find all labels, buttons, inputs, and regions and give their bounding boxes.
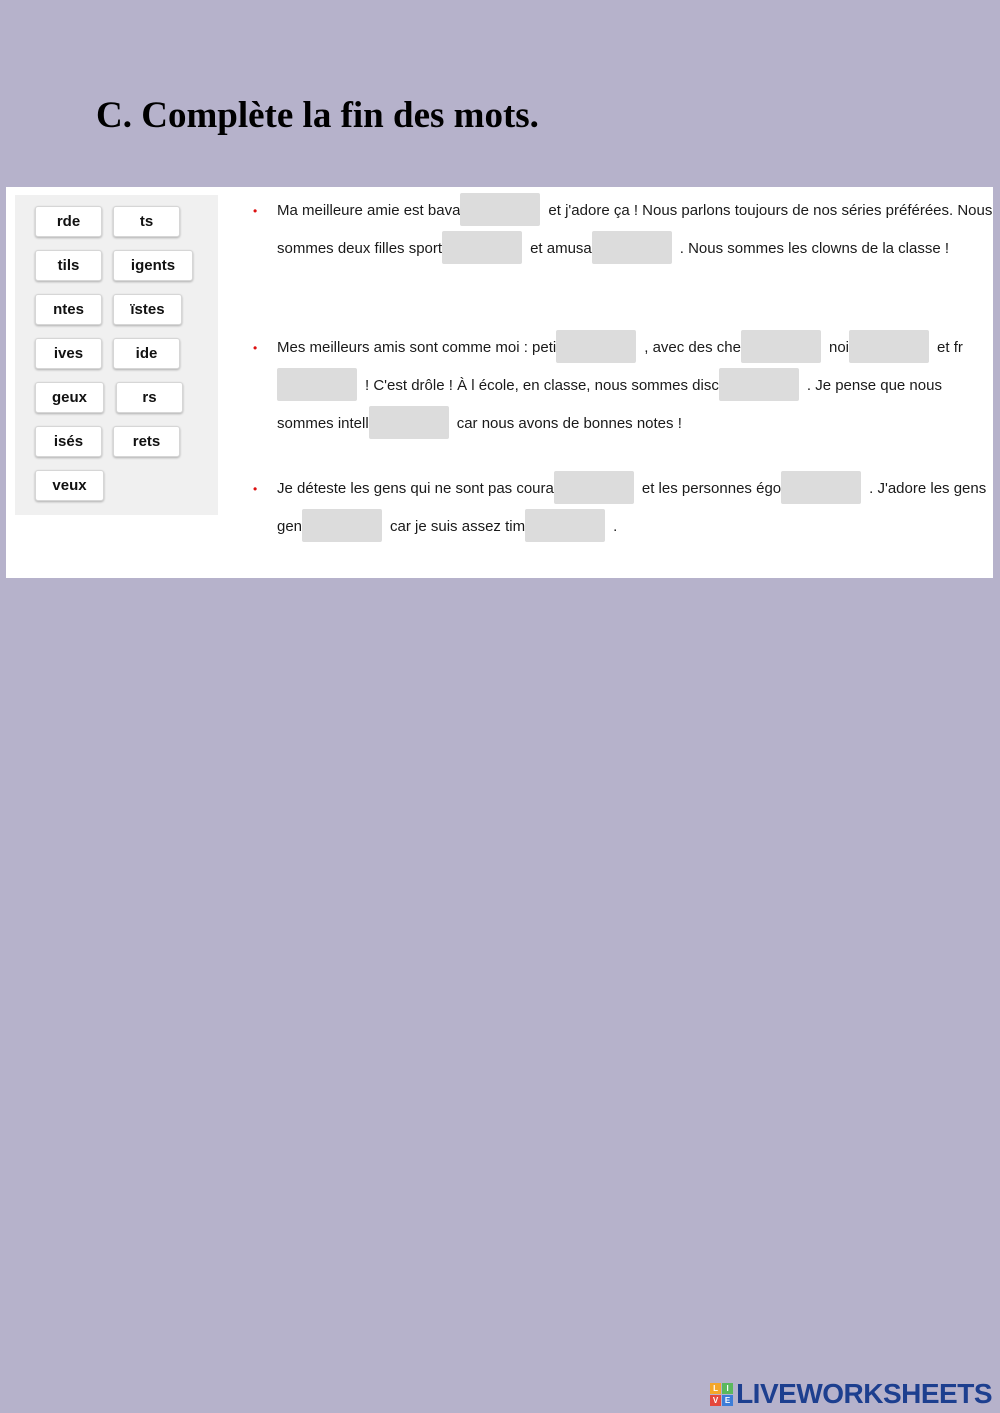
- word-tile[interactable]: tils: [35, 250, 102, 281]
- sentence-segment: et les personnes égo: [641, 480, 782, 497]
- word-tile[interactable]: geux: [35, 382, 104, 413]
- word-tile[interactable]: ide: [113, 338, 180, 369]
- sentence-segment: car nous avons de bonnes notes !: [456, 415, 682, 432]
- sentence-segment: et fr: [937, 339, 963, 356]
- answer-blank[interactable]: [849, 330, 930, 364]
- page-title: C. Complète la fin des mots.: [96, 95, 539, 136]
- bullet: •: [253, 341, 258, 355]
- sentence-segment: , avec des che: [644, 339, 741, 356]
- answer-blank[interactable]: [591, 231, 672, 265]
- answer-blank[interactable]: [718, 368, 799, 402]
- sentence-segment: et amusa: [530, 240, 592, 257]
- exercise-2: • Mes meilleurs amis sont comme moi : pe…: [253, 329, 993, 443]
- sentence-text: Ma meilleure amie est bava et j'adore ça …: [277, 192, 993, 268]
- word-tile[interactable]: veux: [35, 470, 104, 501]
- answer-blank[interactable]: [368, 406, 449, 440]
- bullet: •: [253, 482, 258, 496]
- sentence-segment: noi: [828, 339, 850, 356]
- sentence-segment: .: [613, 518, 618, 535]
- answer-blank[interactable]: [525, 509, 606, 543]
- answer-blank[interactable]: [277, 368, 357, 402]
- sentence-segment: Mes meilleurs amis sont comme moi : peti: [277, 339, 557, 356]
- answer-blank[interactable]: [781, 471, 862, 505]
- word-tile[interactable]: ïstes: [113, 294, 182, 325]
- answer-blank[interactable]: [556, 330, 637, 364]
- word-tile[interactable]: rde: [35, 206, 102, 237]
- sentence-segment: ! C'est drôle ! À l école, en classe, no…: [365, 377, 719, 394]
- sentence-segment: Ma meilleure amie est bava: [277, 202, 461, 219]
- logo-mark-letter: L: [710, 1382, 722, 1394]
- word-tile[interactable]: ts: [113, 206, 180, 237]
- word-tile[interactable]: ntes: [35, 294, 102, 325]
- logo-mark-letter: I: [722, 1382, 734, 1394]
- liveworksheets-logo: L I V E LIVEWORKSHEETS: [710, 1378, 992, 1409]
- sentence-text: Je déteste les gens qui ne sont pas cour…: [277, 470, 993, 546]
- logo-mark-letter: E: [722, 1394, 734, 1406]
- sentence-text: Mes meilleurs amis sont comme moi : peti…: [277, 329, 993, 443]
- word-tile[interactable]: isés: [35, 426, 102, 457]
- exercise-panel: rde ts tils igents ntes ïstes ives ide g…: [6, 187, 993, 578]
- word-bank: rde ts tils igents ntes ïstes ives ide g…: [15, 195, 218, 515]
- answer-blank[interactable]: [442, 231, 523, 265]
- answer-blank[interactable]: [553, 471, 634, 505]
- word-tile[interactable]: rets: [113, 426, 180, 457]
- logo-mark-letter: V: [710, 1394, 722, 1406]
- answer-blank[interactable]: [460, 193, 541, 227]
- answer-blank[interactable]: [302, 509, 383, 543]
- sentence-segment: Je déteste les gens qui ne sont pas cour…: [277, 480, 554, 497]
- word-tile[interactable]: ives: [35, 338, 102, 369]
- answer-blank[interactable]: [740, 330, 821, 364]
- exercise-3: • Je déteste les gens qui ne sont pas co…: [253, 470, 993, 546]
- word-tile[interactable]: rs: [116, 382, 183, 413]
- logo-mark-icon: L I V E: [710, 1382, 734, 1406]
- bullet: •: [253, 204, 258, 218]
- logo-text: LIVEWORKSHEETS: [736, 1378, 992, 1409]
- word-tile[interactable]: igents: [113, 250, 193, 281]
- exercise-1: • Ma meilleure amie est bava et j'adore ç…: [253, 192, 993, 268]
- sentence-segment: . Nous sommes les clowns de la classe !: [679, 240, 950, 257]
- sentence-segment: car je suis assez tim: [390, 518, 526, 535]
